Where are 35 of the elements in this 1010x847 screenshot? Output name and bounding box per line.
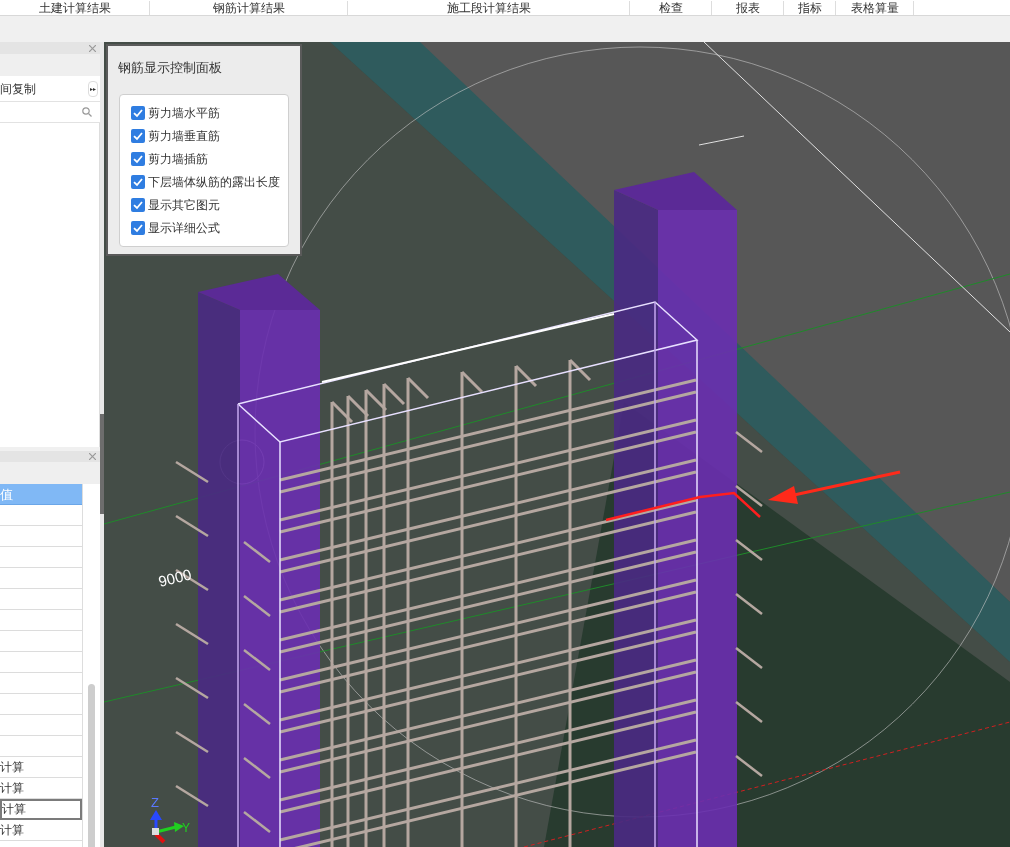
axis-label: Z (151, 795, 159, 810)
checkbox-label: 剪力墙插筋 (148, 151, 208, 168)
close-icon[interactable] (89, 44, 96, 52)
checkbox-label: 显示详细公式 (148, 220, 220, 237)
search-icon (82, 107, 92, 117)
checkbox[interactable] (131, 129, 145, 143)
checkbox[interactable] (131, 152, 145, 166)
checkbox[interactable] (131, 198, 145, 212)
table-cell[interactable]: 计算 (0, 820, 82, 841)
panel-title: 钢筋显示控制面板 (117, 59, 223, 77)
axis-label: Y (182, 821, 190, 835)
splitter-handle[interactable] (100, 414, 104, 514)
checkbox-label: 剪力墙水平筋 (148, 105, 220, 122)
menu-tab[interactable]: 土建计算结果 (0, 1, 150, 15)
axis-gizmo-drawing (150, 810, 184, 844)
menu-tab[interactable]: 检查 (630, 1, 712, 15)
checkbox[interactable] (131, 221, 145, 235)
menu-tab[interactable]: 表格算量 (836, 1, 914, 15)
checkbox-label: 显示其它图元 (148, 197, 220, 214)
checkbox-label: 下层墙体纵筋的露出长度 (148, 174, 280, 191)
checkbox-label: 剪力墙垂直筋 (148, 128, 220, 145)
menu-tab[interactable]: 施工段计算结果 (348, 1, 630, 15)
menu-tab[interactable]: 报表 (712, 1, 784, 15)
menu-tab[interactable]: 指标 (784, 1, 836, 15)
dimension-label: 9000 (156, 565, 194, 590)
table-cell[interactable]: 计算 (0, 799, 82, 820)
menu-tab[interactable]: 钢筋计算结果 (150, 1, 348, 15)
scrollbar-thumb[interactable] (88, 684, 95, 847)
close-icon[interactable] (89, 453, 96, 460)
checkbox[interactable] (131, 175, 145, 189)
table-cell[interactable]: 计算 (0, 757, 82, 778)
table-cell[interactable]: 计算 (0, 778, 82, 799)
checkbox[interactable] (131, 106, 145, 120)
table-header: 值 (0, 484, 82, 505)
panel-item[interactable]: 间复制 (0, 79, 36, 98)
